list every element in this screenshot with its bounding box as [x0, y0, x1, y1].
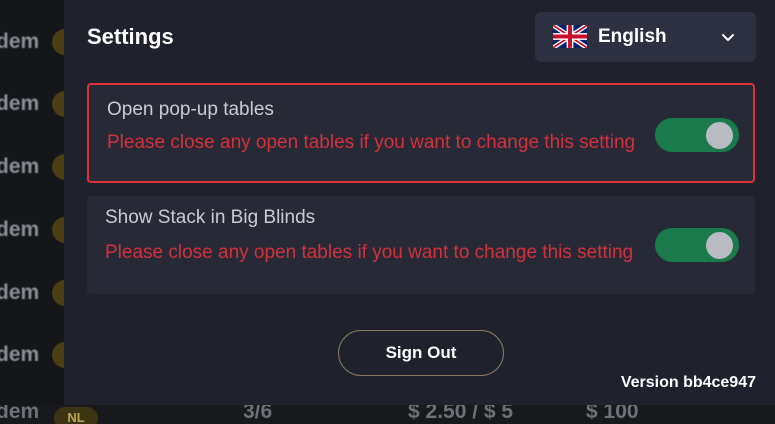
chevron-down-icon [722, 34, 734, 41]
lobby-row-text: dem [0, 218, 40, 241]
lobby-row-text: dem [0, 405, 40, 423]
sign-out-button[interactable]: Sign Out [338, 330, 504, 376]
version-label: Version bb4ce947 [620, 374, 756, 391]
setting-open-popup-tables: Open pop-up tables Please close any open… [87, 83, 755, 183]
show-stack-bb-toggle[interactable] [655, 228, 739, 262]
lobby-row-text: dem [0, 92, 40, 115]
setting-label: Show Stack in Big Blinds [105, 207, 316, 228]
lobby-row-partial: dem NL 3/6 $ 2.50 / $ 5 $ 100 [0, 405, 775, 424]
lobby-row-text: dem [0, 281, 40, 304]
setting-warning: Please close any open tables if you want… [107, 132, 636, 153]
language-select[interactable]: English [535, 12, 756, 62]
setting-show-stack-bb: Show Stack in Big Blinds Please close an… [87, 196, 755, 294]
game-type-badge: NL [54, 407, 98, 424]
settings-title: Settings [87, 24, 174, 49]
lobby-row-text: dem [0, 343, 40, 366]
background-lobby-list: dem dem dem dem dem dem [0, 0, 78, 424]
lobby-blinds: $ 2.50 / $ 5 [408, 405, 514, 423]
setting-label: Open pop-up tables [107, 99, 274, 120]
lobby-row: dem [0, 147, 78, 187]
lobby-row-text: dem [0, 30, 40, 53]
lobby-row: dem [0, 22, 78, 62]
lobby-row: dem [0, 335, 78, 375]
setting-warning: Please close any open tables if you want… [105, 242, 634, 263]
settings-panel: Settings English Open pop-up tables Plea… [64, 0, 775, 405]
open-popup-tables-toggle[interactable] [655, 118, 739, 152]
toggle-knob [706, 232, 733, 259]
lobby-buyin: $ 100 [586, 405, 639, 423]
lobby-row: dem [0, 84, 78, 124]
toggle-knob [706, 122, 733, 149]
lobby-row: dem [0, 210, 78, 250]
lobby-stakes: 3/6 [243, 405, 273, 423]
lobby-row: dem [0, 273, 78, 313]
uk-flag-icon [553, 25, 587, 48]
lobby-row-text: dem [0, 155, 40, 178]
language-label: English [598, 26, 667, 47]
